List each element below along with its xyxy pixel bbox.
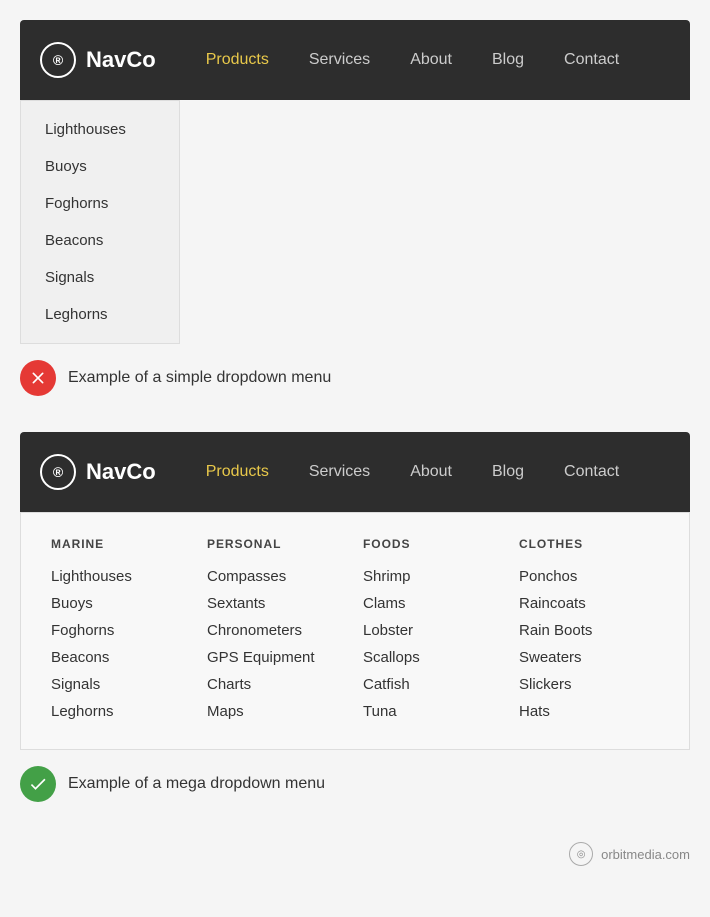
brand-1: ® NavCo xyxy=(40,42,156,78)
mega-col-marine-header: MARINE xyxy=(51,537,175,551)
nav-link-blog-1[interactable]: Blog xyxy=(472,41,544,79)
footer-text: orbitmedia.com xyxy=(601,847,690,862)
mega-item-shrimp[interactable]: Shrimp xyxy=(363,563,487,590)
x-icon xyxy=(28,368,48,388)
navbar-2: ® NavCo Products Services About Blog Con… xyxy=(20,432,690,512)
mega-dropdown-panel: MARINE Lighthouses Buoys Foghorns Beacon… xyxy=(20,512,690,750)
footer: ◎ orbitmedia.com xyxy=(0,818,710,890)
mega-item-ponchos[interactable]: Ponchos xyxy=(519,563,643,590)
mega-item-maps[interactable]: Maps xyxy=(207,698,331,725)
nav-link-blog-2[interactable]: Blog xyxy=(472,453,544,491)
mega-item-clams[interactable]: Clams xyxy=(363,590,487,617)
nav-link-services-1[interactable]: Services xyxy=(289,41,390,79)
nav-links-1: Products Services About Blog Contact xyxy=(186,41,639,79)
mega-item-lobster[interactable]: Lobster xyxy=(363,617,487,644)
example-1-text: Example of a simple dropdown menu xyxy=(68,369,331,387)
brand-name-1: NavCo xyxy=(86,47,156,73)
mega-col-marine: MARINE Lighthouses Buoys Foghorns Beacon… xyxy=(51,537,191,725)
mega-item-charts[interactable]: Charts xyxy=(207,671,331,698)
navbar-1: ® NavCo Products Services About Blog Con… xyxy=(20,20,690,100)
brand-icon-2: ® xyxy=(40,454,76,490)
mega-item-tuna[interactable]: Tuna xyxy=(363,698,487,725)
nav-item-contact-2[interactable]: Contact xyxy=(544,453,639,491)
mega-item-catfish[interactable]: Catfish xyxy=(363,671,487,698)
nav-item-services-2[interactable]: Services xyxy=(289,453,390,491)
dropdown-item-lighthouses[interactable]: Lighthouses xyxy=(21,111,179,148)
example-label-1: Example of a simple dropdown menu xyxy=(0,344,710,412)
brand-icon-1: ® xyxy=(40,42,76,78)
nav-item-contact-1[interactable]: Contact xyxy=(544,41,639,79)
dropdown-item-signals[interactable]: Signals xyxy=(21,259,179,296)
nav-link-about-1[interactable]: About xyxy=(390,41,472,79)
nav-link-services-2[interactable]: Services xyxy=(289,453,390,491)
mega-item-slickers[interactable]: Slickers xyxy=(519,671,643,698)
nav-item-about-1[interactable]: About xyxy=(390,41,472,79)
mega-item-foghorns[interactable]: Foghorns xyxy=(51,617,175,644)
nav-link-products-2[interactable]: Products xyxy=(186,453,289,491)
good-icon xyxy=(20,766,56,802)
mega-col-clothes: CLOTHES Ponchos Raincoats Rain Boots Swe… xyxy=(503,537,659,725)
dropdown-item-beacons[interactable]: Beacons xyxy=(21,222,179,259)
brand-name-2: NavCo xyxy=(86,459,156,485)
mega-item-leghorns[interactable]: Leghorns xyxy=(51,698,175,725)
example-label-2: Example of a mega dropdown menu xyxy=(0,750,710,818)
mega-item-buoys[interactable]: Buoys xyxy=(51,590,175,617)
nav-item-products-1[interactable]: Products xyxy=(186,41,289,79)
section-mega-dropdown: ® NavCo Products Services About Blog Con… xyxy=(0,412,710,750)
mega-item-chronometers[interactable]: Chronometers xyxy=(207,617,331,644)
mega-item-lighthouses[interactable]: Lighthouses xyxy=(51,563,175,590)
nav-item-blog-2[interactable]: Blog xyxy=(472,453,544,491)
nav-link-about-2[interactable]: About xyxy=(390,453,472,491)
nav-link-contact-1[interactable]: Contact xyxy=(544,41,639,79)
bad-icon xyxy=(20,360,56,396)
mega-item-hats[interactable]: Hats xyxy=(519,698,643,725)
dropdown-item-leghorns[interactable]: Leghorns xyxy=(21,296,179,333)
mega-col-clothes-header: CLOTHES xyxy=(519,537,643,551)
simple-dropdown-panel: Lighthouses Buoys Foghorns Beacons Signa… xyxy=(20,100,180,344)
mega-item-scallops[interactable]: Scallops xyxy=(363,644,487,671)
example-2-text: Example of a mega dropdown menu xyxy=(68,775,325,793)
mega-item-raincoats[interactable]: Raincoats xyxy=(519,590,643,617)
mega-item-sweaters[interactable]: Sweaters xyxy=(519,644,643,671)
check-icon xyxy=(28,774,48,794)
nav-link-products-1[interactable]: Products xyxy=(186,41,289,79)
mega-item-signals[interactable]: Signals xyxy=(51,671,175,698)
dropdown-item-foghorns[interactable]: Foghorns xyxy=(21,185,179,222)
nav-item-products-2[interactable]: Products xyxy=(186,453,289,491)
brand-2: ® NavCo xyxy=(40,454,156,490)
nav-item-services-1[interactable]: Services xyxy=(289,41,390,79)
mega-col-personal-header: PERSONAL xyxy=(207,537,331,551)
nav-links-2: Products Services About Blog Contact xyxy=(186,453,639,491)
mega-item-compasses[interactable]: Compasses xyxy=(207,563,331,590)
mega-col-foods: FOODS Shrimp Clams Lobster Scallops Catf… xyxy=(347,537,503,725)
nav-item-about-2[interactable]: About xyxy=(390,453,472,491)
nav-item-blog-1[interactable]: Blog xyxy=(472,41,544,79)
footer-orbit-icon: ◎ xyxy=(569,842,593,866)
nav-link-contact-2[interactable]: Contact xyxy=(544,453,639,491)
mega-item-sextants[interactable]: Sextants xyxy=(207,590,331,617)
mega-item-rain-boots[interactable]: Rain Boots xyxy=(519,617,643,644)
mega-item-gps[interactable]: GPS Equipment xyxy=(207,644,331,671)
dropdown-item-buoys[interactable]: Buoys xyxy=(21,148,179,185)
section-simple-dropdown: ® NavCo Products Services About Blog Con… xyxy=(0,0,710,344)
mega-item-beacons[interactable]: Beacons xyxy=(51,644,175,671)
mega-col-personal: PERSONAL Compasses Sextants Chronometers… xyxy=(191,537,347,725)
mega-col-foods-header: FOODS xyxy=(363,537,487,551)
